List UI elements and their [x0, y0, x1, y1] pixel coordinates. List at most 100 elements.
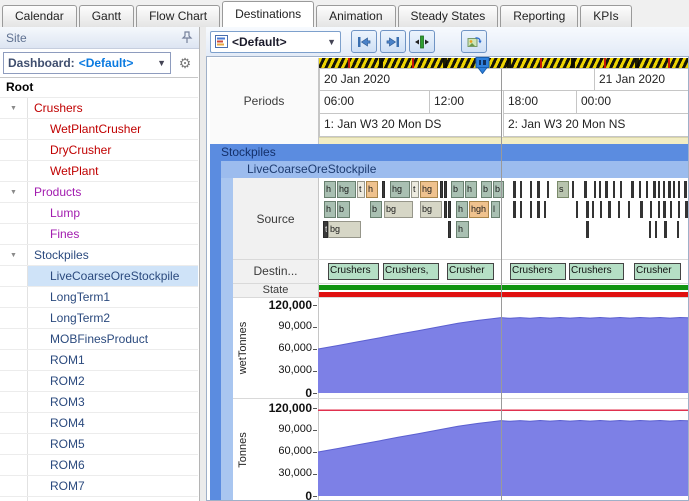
timeline-date-cell[interactable]: 21 Jan 2020 [594, 69, 689, 91]
collapse-icon[interactable]: ▼ [0, 182, 28, 202]
tab-flow-chart[interactable]: Flow Chart [136, 5, 220, 27]
source-task-tick[interactable] [608, 201, 611, 218]
source-task-tick[interactable] [513, 181, 516, 198]
edit-view-button[interactable] [461, 30, 487, 53]
source-task-block[interactable]: b [451, 181, 464, 198]
source-task-tick[interactable] [544, 201, 546, 218]
source-task-block[interactable]: h [324, 201, 336, 218]
timeline-time-cell[interactable]: 12:00 [429, 91, 501, 114]
destination-task-block[interactable]: Crushers [510, 263, 566, 280]
tree-group-crushers[interactable]: ▼Crushers [0, 98, 198, 119]
source-task-tick[interactable] [520, 181, 522, 198]
source-task-tick[interactable] [673, 181, 675, 198]
timeline-time-cell[interactable]: 18:00 [503, 91, 576, 114]
source-task-tick[interactable] [631, 181, 634, 198]
scroll-left-button[interactable] [351, 30, 377, 53]
tab-steady-states[interactable]: Steady States [398, 5, 499, 27]
source-task-tick[interactable] [620, 181, 622, 198]
source-task-block[interactable]: b [493, 181, 504, 198]
source-task-tick[interactable] [537, 181, 540, 198]
timeline-shift-cell[interactable]: 1: Jan W3 20 Mon DS [319, 114, 501, 137]
source-task-tick[interactable] [600, 201, 602, 218]
source-task-block[interactable]: l [491, 201, 500, 218]
timeline-time-cell[interactable]: 00:00 [576, 91, 689, 114]
source-task-block[interactable]: bg [328, 221, 361, 238]
tab-destinations[interactable]: Destinations [222, 1, 314, 27]
scroll-right-button[interactable] [380, 30, 406, 53]
collapse-icon[interactable]: ▼ [0, 245, 28, 265]
source-task-tick[interactable] [658, 181, 660, 198]
source-task-block[interactable] [440, 181, 443, 198]
destination-task-block[interactable]: Crushers [569, 263, 624, 280]
source-task-tick[interactable] [640, 201, 643, 218]
view-selector[interactable]: <Default> ▼ [210, 31, 341, 53]
destination-task-block[interactable]: Crusher [447, 263, 494, 280]
source-task-tick[interactable] [586, 221, 589, 238]
tree-item-wetplant[interactable]: WetPlant [0, 161, 198, 182]
source-task-block[interactable] [448, 201, 451, 218]
source-task-tick[interactable] [618, 201, 620, 218]
source-task-tick[interactable] [653, 181, 656, 198]
source-task-block[interactable]: h [456, 201, 468, 218]
source-task-block[interactable]: bg [384, 201, 413, 218]
destination-task-block[interactable]: Crusher [634, 263, 681, 280]
tree-item-rom3[interactable]: ROM3 [0, 392, 198, 413]
dashboard-settings-button[interactable]: ⚙ [174, 52, 196, 74]
dashboard-selector[interactable]: Dashboard: <Default> ▼ [3, 52, 171, 74]
source-task-tick[interactable] [663, 181, 665, 198]
source-task-tick[interactable] [576, 201, 578, 218]
source-task-tick[interactable] [586, 201, 589, 218]
tree-item-root[interactable]: Root [0, 78, 198, 98]
source-task-tick[interactable] [572, 181, 574, 198]
source-task-block[interactable]: hgh [469, 201, 489, 218]
source-task-tick[interactable] [599, 181, 601, 198]
source-task-block[interactable]: hg [420, 181, 438, 198]
source-task-tick[interactable] [613, 181, 615, 198]
tree-item-rom5[interactable]: ROM5 [0, 434, 198, 455]
source-task-tick[interactable] [685, 201, 688, 218]
tree-item-livecoarseorestockpile[interactable]: LiveCoarseOreStockpile [0, 266, 198, 287]
source-task-tick[interactable] [520, 201, 522, 218]
tree-item-drycrusher[interactable]: DryCrusher [0, 140, 198, 161]
source-task-block[interactable]: b [481, 181, 492, 198]
tree-item-longterm1[interactable]: LongTerm1 [0, 287, 198, 308]
source-task-tick[interactable] [678, 201, 680, 218]
source-task-tick[interactable] [584, 181, 587, 198]
tree-item-stockyardfinesregular[interactable]: StockyardFinesRegular [0, 497, 198, 501]
source-task-tick[interactable] [655, 221, 657, 238]
source-task-block[interactable]: h [465, 181, 477, 198]
stockpile-item-band[interactable]: LiveCoarseOreStockpile [221, 161, 689, 178]
source-task-tick[interactable] [530, 181, 532, 198]
tree-item-rom2[interactable]: ROM2 [0, 371, 198, 392]
source-task-tick[interactable] [547, 181, 549, 198]
source-task-block[interactable] [448, 221, 451, 238]
collapse-icon[interactable]: ▼ [0, 98, 28, 118]
source-task-block[interactable]: b [370, 201, 382, 218]
source-task-tick[interactable] [650, 201, 652, 218]
source-task-block[interactable] [382, 181, 385, 198]
tree-item-fines[interactable]: Fines [0, 224, 198, 245]
source-task-tick[interactable] [646, 181, 648, 198]
source-task-tick[interactable] [513, 201, 516, 218]
source-task-block[interactable]: hg [390, 181, 410, 198]
source-task-block[interactable]: t [357, 181, 365, 198]
source-task-tick[interactable] [658, 201, 660, 218]
tab-animation[interactable]: Animation [316, 5, 395, 27]
stock-level-chart-tonnes[interactable] [318, 398, 689, 501]
source-task-block[interactable]: bg [420, 201, 442, 218]
source-task-tick[interactable] [592, 201, 594, 218]
timeline-shift-cell[interactable]: 2: Jan W3 20 Mon NS [503, 114, 689, 137]
tree-item-mobfinesproduct[interactable]: MOBFinesProduct [0, 329, 198, 350]
time-marker[interactable] [475, 57, 490, 74]
source-task-block[interactable]: s [557, 181, 569, 198]
timeline-date-cell[interactable]: 20 Jan 2020 [319, 69, 594, 91]
source-task-tick[interactable] [664, 221, 667, 238]
tree-group-products[interactable]: ▼Products [0, 182, 198, 203]
source-task-tick[interactable] [594, 181, 596, 198]
timeline-time-cell[interactable]: 06:00 [319, 91, 429, 114]
destination-task-block[interactable]: Crushers [328, 263, 379, 280]
source-task-block[interactable]: h [456, 221, 469, 238]
source-task-block[interactable] [444, 181, 447, 198]
source-task-tick[interactable] [668, 181, 671, 198]
stock-level-chart-wettonnes[interactable] [318, 297, 689, 398]
